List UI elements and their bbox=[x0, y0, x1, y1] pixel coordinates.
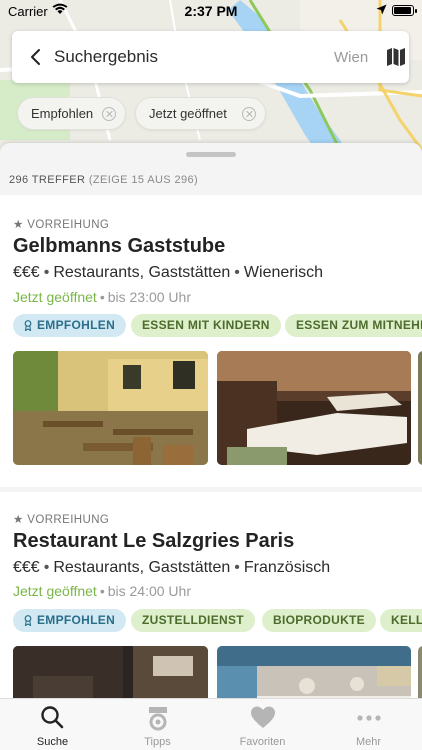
badge-feature[interactable]: KELLER bbox=[380, 609, 422, 632]
tab-mehr[interactable]: Mehr bbox=[316, 699, 421, 750]
promoted-tag: ★ VORREIHUNG bbox=[13, 219, 110, 231]
badge-label: KELLER bbox=[391, 613, 422, 627]
battery-icon bbox=[392, 5, 417, 16]
listing-meta: €€€ • Restaurants, Gaststätten • Französisch bbox=[13, 559, 331, 576]
search-icon bbox=[41, 706, 64, 729]
listing-photo[interactable] bbox=[217, 646, 411, 698]
price-level: €€€ bbox=[13, 559, 40, 576]
photo-preview bbox=[418, 351, 422, 465]
restaurant-sign-photo bbox=[13, 646, 208, 698]
open-until: bis 24:00 Uhr bbox=[107, 583, 191, 599]
opening-hours: Jetzt geöffnet • bis 23:00 Uhr bbox=[13, 289, 191, 305]
badge-feature[interactable]: ZUSTELLDIENST bbox=[131, 609, 255, 632]
open-status: Jetzt geöffnet bbox=[13, 583, 97, 599]
tab-favoriten[interactable]: Favoriten bbox=[210, 699, 315, 750]
open-until: bis 23:00 Uhr bbox=[107, 289, 191, 305]
map-icon[interactable] bbox=[385, 46, 407, 68]
table-setting-photo bbox=[217, 646, 411, 698]
city-label[interactable]: Wien bbox=[334, 49, 368, 66]
listing-photo-next[interactable] bbox=[418, 646, 422, 698]
badge-label: EMPFOHLEN bbox=[37, 613, 116, 627]
tab-label: Tipps bbox=[144, 736, 171, 748]
tipps-icon bbox=[149, 707, 167, 731]
listing-name[interactable]: Restaurant Le Salzgries Paris bbox=[13, 530, 294, 553]
price-level: €€€ bbox=[13, 264, 40, 281]
status-bar: Carrier 2:37 PM bbox=[0, 0, 422, 22]
badge-label: ESSEN MIT KINDERN bbox=[142, 318, 270, 332]
opening-hours: Jetzt geöffnet • bis 24:00 Uhr bbox=[13, 583, 191, 599]
listing-cuisine: Französisch bbox=[243, 559, 331, 576]
filter-chip-label: Empfohlen bbox=[31, 106, 94, 121]
remove-filter-icon[interactable] bbox=[102, 107, 116, 121]
promoted-tag: ★ VORREIHUNG bbox=[13, 514, 110, 526]
badge-feature[interactable]: ESSEN MIT KINDERN bbox=[131, 314, 281, 337]
search-bar[interactable]: Suchergebnis Wien bbox=[12, 31, 409, 83]
clock: 2:37 PM bbox=[184, 3, 238, 19]
listing-photo[interactable] bbox=[13, 646, 208, 698]
remove-filter-icon[interactable] bbox=[242, 107, 256, 121]
heart-icon bbox=[251, 706, 275, 728]
badge-empfohlen[interactable]: EMPFOHLEN bbox=[13, 314, 127, 337]
photo-preview bbox=[418, 646, 422, 698]
badge-label: ESSEN ZUM MITNEHMEN bbox=[296, 318, 422, 332]
tab-suche[interactable]: Suche bbox=[0, 699, 105, 750]
listing-category: Restaurants, Gaststätten bbox=[53, 264, 231, 281]
tab-tipps[interactable]: Tipps bbox=[105, 699, 210, 750]
badge-label: ZUSTELLDIENST bbox=[142, 613, 244, 627]
filter-chip-empfohlen[interactable]: Empfohlen bbox=[17, 97, 126, 130]
listing-cuisine: Wienerisch bbox=[243, 264, 324, 281]
listing-photo[interactable] bbox=[217, 351, 411, 465]
results-showing: (ZEIGE 15 AUS 296) bbox=[88, 174, 199, 186]
listing-card[interactable]: ★ VORREIHUNG Gelbmanns Gaststube €€€ • Res… bbox=[0, 195, 422, 487]
results-sheet[interactable]: 296 TREFFER (ZEIGE 15 AUS 296) ★ VORREIH… bbox=[0, 143, 422, 698]
tab-bar: Suche Tipps Favoriten Mehr bbox=[0, 698, 422, 750]
badge-label: EMPFOHLEN bbox=[37, 318, 116, 332]
dining-room-photo bbox=[217, 351, 411, 465]
listing-photo-next[interactable] bbox=[418, 351, 422, 465]
location-arrow-icon bbox=[376, 4, 387, 15]
listing-category: Restaurants, Gaststätten bbox=[53, 559, 231, 576]
tab-label: Favoriten bbox=[239, 736, 286, 748]
back-arrow-icon[interactable] bbox=[26, 47, 46, 67]
award-ribbon-icon bbox=[24, 615, 32, 626]
listing-card[interactable]: ★ VORREIHUNG Restaurant Le Salzgries Par… bbox=[0, 492, 422, 698]
results-total: 296 TREFFER bbox=[9, 174, 86, 186]
garden-photo bbox=[13, 351, 208, 465]
badge-feature[interactable]: ESSEN ZUM MITNEHMEN bbox=[285, 314, 422, 337]
badge-label: BIOPRODUKTE bbox=[273, 613, 365, 627]
tab-label: Mehr bbox=[355, 736, 382, 748]
search-title[interactable]: Suchergebnis bbox=[54, 47, 158, 67]
listing-meta: €€€ • Restaurants, Gaststätten • Wienerisch bbox=[13, 264, 324, 281]
more-icon bbox=[357, 715, 381, 721]
badge-feature[interactable]: BIOPRODUKTE bbox=[262, 609, 376, 632]
badge-empfohlen[interactable]: EMPFOHLEN bbox=[13, 609, 127, 632]
sheet-drag-handle[interactable] bbox=[186, 152, 236, 157]
tab-label: Suche bbox=[36, 736, 69, 748]
open-status: Jetzt geöffnet bbox=[13, 289, 97, 305]
award-ribbon-icon bbox=[24, 320, 32, 331]
listing-name[interactable]: Gelbmanns Gaststube bbox=[13, 235, 225, 258]
results-count: 296 TREFFER (ZEIGE 15 AUS 296) bbox=[9, 174, 198, 186]
filter-chip-jetzt-geoeffnet[interactable]: Jetzt geöffnet bbox=[135, 97, 266, 130]
listing-photo[interactable] bbox=[13, 351, 208, 465]
filter-chip-label: Jetzt geöffnet bbox=[149, 106, 227, 121]
